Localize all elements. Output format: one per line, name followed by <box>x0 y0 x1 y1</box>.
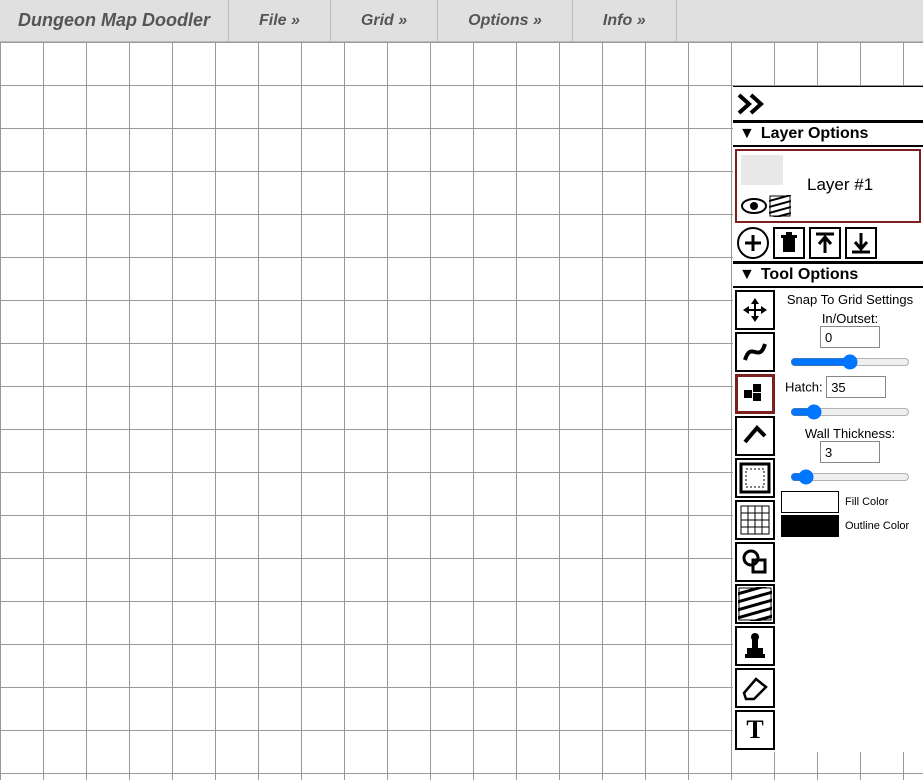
tool-strip: T <box>733 288 777 752</box>
layer-options-header[interactable]: ▼ Layer Options <box>733 121 923 147</box>
fill-color-label: Fill Color <box>845 496 888 508</box>
tool-stamp[interactable] <box>735 626 775 666</box>
trash-icon <box>779 232 799 254</box>
text-icon: T <box>741 716 769 744</box>
delete-layer-button[interactable] <box>773 227 805 259</box>
hatch-input[interactable] <box>826 376 886 398</box>
menu-grid[interactable]: Grid » <box>331 0 438 41</box>
plus-icon <box>741 231 765 255</box>
tool-tiles[interactable] <box>735 374 775 414</box>
disclosure-triangle-icon: ▼ <box>739 125 755 143</box>
panel-collapse-button[interactable] <box>733 86 923 121</box>
hatch-texture-icon[interactable] <box>769 195 791 217</box>
side-panel: ▼ Layer Options Layer #1 <box>733 86 923 752</box>
tool-path[interactable] <box>735 332 775 372</box>
snap-settings-label: Snap To Grid Settings <box>781 292 919 307</box>
arrow-down-bar-icon <box>849 231 873 255</box>
tool-hatch-fill[interactable] <box>735 584 775 624</box>
wall-thickness-slider[interactable] <box>790 469 910 485</box>
menu-info[interactable]: Info » <box>573 0 677 41</box>
menu-options[interactable]: Options » <box>438 0 573 41</box>
tool-text[interactable]: T <box>735 710 775 750</box>
arrow-up-bar-icon <box>813 231 837 255</box>
wall-thickness-input[interactable] <box>820 441 880 463</box>
rect-pattern-icon <box>739 462 771 494</box>
layer-thumbnail <box>741 155 783 185</box>
layer-options-label: Layer Options <box>761 125 869 143</box>
tool-grid[interactable] <box>735 500 775 540</box>
menu-file[interactable]: File » <box>229 0 331 41</box>
shapes-icon <box>741 548 769 576</box>
inout-slider[interactable] <box>790 354 910 370</box>
menu-bar: Dungeon Map Doodler File » Grid » Option… <box>0 0 923 42</box>
stamp-icon <box>741 632 769 660</box>
double-chevron-icon <box>737 93 769 115</box>
fill-color-swatch[interactable] <box>781 491 839 513</box>
move-icon <box>741 296 769 324</box>
tiles-icon <box>741 380 769 408</box>
app-title: Dungeon Map Doodler <box>0 0 229 41</box>
add-layer-button[interactable] <box>737 227 769 259</box>
disclosure-triangle-icon: ▼ <box>739 266 755 284</box>
curve-icon <box>741 338 769 366</box>
layer-item[interactable]: Layer #1 <box>735 149 921 223</box>
inout-label: In/Outset: <box>781 311 919 326</box>
wall-thickness-label: Wall Thickness: <box>781 426 919 441</box>
layer-controls <box>733 225 923 262</box>
hatch-label: Hatch: <box>785 380 823 395</box>
tool-angle[interactable] <box>735 416 775 456</box>
visibility-eye-icon[interactable] <box>741 197 767 215</box>
move-layer-up-button[interactable] <box>809 227 841 259</box>
inout-input[interactable] <box>820 326 880 348</box>
outline-color-swatch[interactable] <box>781 515 839 537</box>
grid-icon <box>740 505 770 535</box>
layer-name-label: Layer #1 <box>807 175 873 195</box>
eraser-icon <box>740 675 770 701</box>
hatch-fill-icon <box>738 587 772 621</box>
outline-color-label: Outline Color <box>845 520 909 532</box>
tool-options-header[interactable]: ▼ Tool Options <box>733 262 923 288</box>
angle-icon <box>741 422 769 450</box>
tool-settings: Snap To Grid Settings In/Outset: Hatch: … <box>777 288 923 752</box>
tool-shapes[interactable] <box>735 542 775 582</box>
svg-text:T: T <box>746 716 763 744</box>
tool-rect-pattern[interactable] <box>735 458 775 498</box>
tool-eraser[interactable] <box>735 668 775 708</box>
tool-options-label: Tool Options <box>761 266 858 284</box>
tool-move[interactable] <box>735 290 775 330</box>
hatch-slider[interactable] <box>790 404 910 420</box>
move-layer-down-button[interactable] <box>845 227 877 259</box>
